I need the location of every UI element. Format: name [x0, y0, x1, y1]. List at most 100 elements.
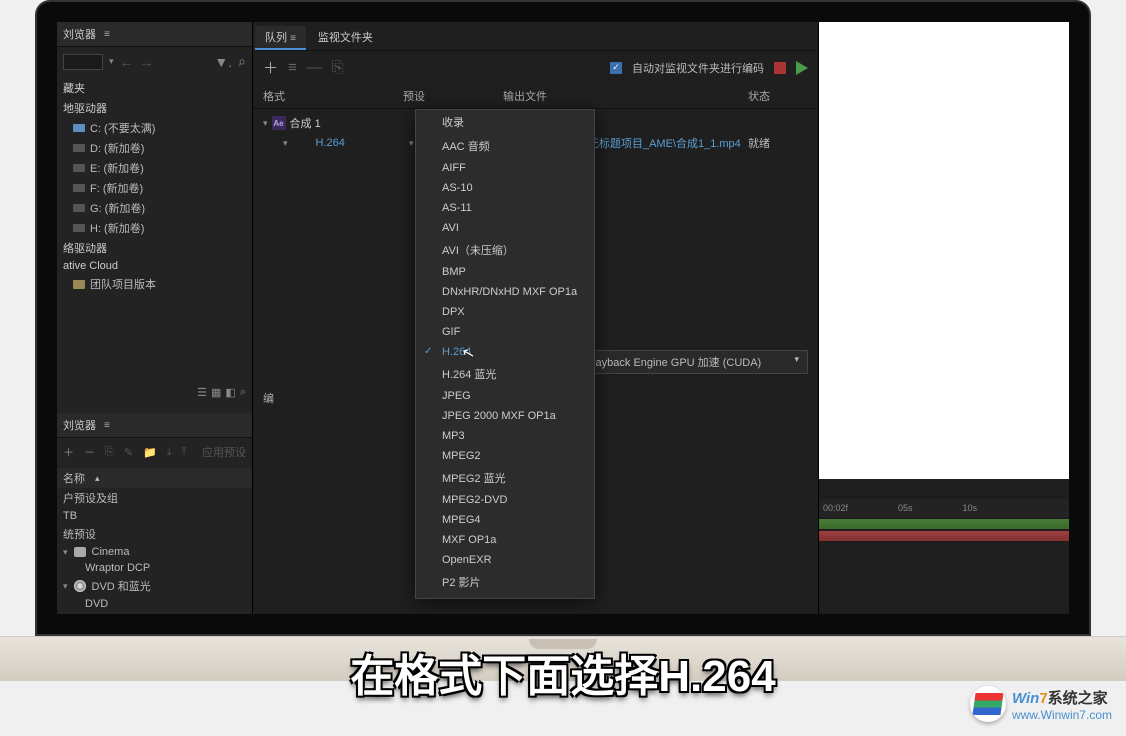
apply-preset-button[interactable]: 应用预设 [202, 444, 246, 460]
left-panel: 刘览器 ≡ ▾ ← → ▼. ⌕ 藏夹 地驱动器 C: (不要太满) D: (新… [57, 22, 252, 614]
format-menu-item[interactable]: AS-10 [416, 178, 594, 198]
panel-menu-icon[interactable]: ≡ [104, 420, 110, 431]
edit-icon[interactable]: ✎ [124, 446, 133, 459]
cursor-icon: ↖ [460, 343, 477, 364]
twisty-icon[interactable]: ▾ [63, 547, 68, 558]
wraptor-item[interactable]: Wraptor DCP [57, 560, 252, 576]
tab-menu-icon[interactable]: ≡ [290, 33, 296, 44]
remove-button[interactable]: ≡ [288, 59, 297, 76]
cinema-group[interactable]: ▾Cinema [57, 544, 252, 560]
format-menu-item[interactable]: JPEG 2000 MXF OP1a [416, 406, 594, 426]
drive-icon [73, 224, 85, 232]
format-menu-item[interactable]: ✓H.264↖ [416, 342, 594, 362]
format-menu-item[interactable]: OpenEXR [416, 550, 594, 570]
format-menu-item[interactable]: AIFF [416, 158, 594, 178]
format-menu-item[interactable]: GIF [416, 322, 594, 342]
search-icon[interactable]: ⌕ [240, 386, 246, 399]
tab-queue[interactable]: 队列 ≡ [255, 26, 306, 50]
format-menu-item[interactable]: H.264 蓝光 [416, 362, 594, 386]
remove-button-2[interactable]: — [307, 59, 322, 76]
format-menu-item[interactable]: AVI [416, 218, 594, 238]
thumb-view-icon[interactable]: ▦ [211, 386, 221, 399]
tab-watch-folders[interactable]: 监视文件夹 [308, 26, 383, 50]
dvd-item[interactable]: DVD [57, 596, 252, 612]
sort-icon[interactable]: ▴ [95, 473, 100, 484]
time-tick: 10s [963, 503, 978, 513]
preset-title: 刘览器 [63, 417, 96, 433]
user-presets-group[interactable]: 户预设及组 [57, 488, 252, 508]
format-menu-item[interactable]: BMP [416, 262, 594, 282]
format-menu-item[interactable]: 收录 [416, 110, 594, 134]
format-link[interactable]: H.264 [316, 137, 345, 149]
watermark-logo-icon [970, 686, 1006, 722]
col-status: 状态 [748, 88, 808, 104]
format-menu-item[interactable]: AAC 音频 [416, 134, 594, 158]
start-queue-button[interactable] [796, 61, 808, 75]
timeline-track-video[interactable] [819, 519, 1069, 529]
format-menu-item[interactable]: PNG [416, 594, 594, 599]
browser-toolbar: ▾ ← → ▼. ⌕ [57, 47, 252, 76]
browser-title: 刘览器 [63, 26, 96, 42]
tb-item[interactable]: TB [57, 508, 252, 524]
panel-menu-icon[interactable]: ≡ [104, 29, 110, 40]
format-menu-item[interactable]: MPEG2 蓝光 [416, 466, 594, 490]
nav-back-icon[interactable]: ← [120, 54, 134, 70]
folder-icon[interactable]: 📁 [143, 446, 157, 459]
col-format: 格式 [263, 88, 403, 104]
col-preset: 预设 [403, 88, 503, 104]
remove-icon[interactable]: － [84, 444, 95, 460]
folder-icon [73, 280, 85, 289]
stop-button[interactable] [774, 62, 786, 74]
network-drives-group[interactable]: 络驱动器 [57, 238, 252, 258]
chevron-down-icon[interactable]: ▾ [109, 56, 114, 67]
drive-item[interactable]: D: (新加卷) [57, 138, 252, 158]
twisty-icon[interactable]: ▾ [63, 581, 68, 592]
queue-body: ▾ Ae 合成 1 ▾ H.264 ▾ 匹配源 - 高... C:\User_a… [253, 109, 818, 344]
filter-icon[interactable]: ▼. [214, 54, 232, 70]
format-menu-item[interactable]: AVI（未压缩） [416, 238, 594, 262]
format-menu-item[interactable]: DPX [416, 302, 594, 322]
list-view-icon[interactable]: ☰ [197, 386, 207, 399]
drive-item[interactable]: E: (新加卷) [57, 158, 252, 178]
import-icon[interactable]: ⤓ [167, 446, 172, 459]
duplicate-icon[interactable]: ⎘ [105, 446, 114, 459]
drive-item[interactable]: C: (不要太满) [57, 118, 252, 138]
dvd-bluray-group[interactable]: ▾DVD 和蓝光 [57, 576, 252, 596]
path-dropdown[interactable] [63, 54, 103, 70]
format-menu-item[interactable]: MPEG2 [416, 446, 594, 466]
timeline-track-audio[interactable] [819, 531, 1069, 541]
preset-dropdown-icon[interactable]: ▾ [409, 138, 414, 149]
timeline-ruler[interactable]: 00:02f 05s 10s [819, 499, 1069, 517]
add-icon[interactable]: ＋ [63, 444, 74, 460]
format-menu-item[interactable]: P2 影片 [416, 570, 594, 594]
drive-item[interactable]: G: (新加卷) [57, 198, 252, 218]
system-presets-group[interactable]: 统预设 [57, 524, 252, 544]
format-menu-item[interactable]: MXF OP1a [416, 530, 594, 550]
drive-icon [73, 184, 85, 192]
queue-columns: 格式 预设 输出文件 状态 [253, 84, 818, 109]
preset-toolbar: ＋ － ⎘ ✎ 📁 ⤓ ⤒ 应用预设 [57, 438, 252, 466]
drive-icon [73, 144, 85, 152]
drive-item[interactable]: H: (新加卷) [57, 218, 252, 238]
duplicate-button[interactable]: ⎘ [332, 59, 344, 76]
format-menu-item[interactable]: MPEG4 [416, 510, 594, 530]
search-icon[interactable]: ⌕ [238, 53, 246, 70]
twisty-icon[interactable]: ▾ [263, 118, 268, 129]
add-source-button[interactable]: ＋ [263, 57, 278, 78]
export-icon[interactable]: ⤒ [182, 446, 187, 459]
format-menu-item[interactable]: DNxHR/DNxHD MXF OP1a [416, 282, 594, 302]
nav-forward-icon[interactable]: → [140, 54, 154, 70]
format-menu-item[interactable]: JPEG [416, 386, 594, 406]
team-project-item[interactable]: 团队项目版本 [57, 274, 252, 294]
favorites-group[interactable]: 藏夹 [57, 78, 252, 98]
detail-view-icon[interactable]: ◧ [225, 386, 235, 399]
local-drives-group[interactable]: 地驱动器 [57, 98, 252, 118]
format-menu-item[interactable]: MPEG2-DVD [416, 490, 594, 510]
ae-icon: Ae [272, 116, 286, 130]
drive-item[interactable]: F: (新加卷) [57, 178, 252, 198]
creative-cloud-group[interactable]: ative Cloud [57, 258, 252, 274]
twisty-icon[interactable]: ▾ [283, 138, 288, 149]
format-menu-item[interactable]: AS-11 [416, 198, 594, 218]
format-menu-item[interactable]: MP3 [416, 426, 594, 446]
auto-encode-checkbox[interactable]: ✓ [610, 62, 622, 74]
